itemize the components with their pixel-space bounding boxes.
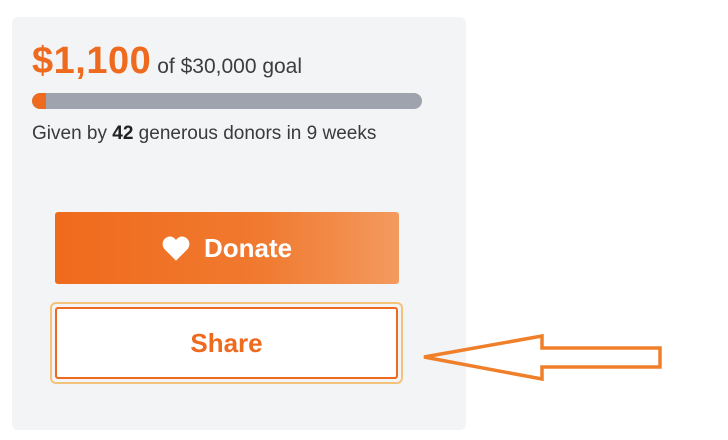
donor-count: 42 bbox=[112, 123, 134, 144]
amount-raised-row: $1,100 of $30,000 goal bbox=[32, 40, 302, 83]
heart-icon bbox=[162, 236, 190, 261]
progress-bar-fill bbox=[32, 93, 47, 109]
donors-prefix: Given by bbox=[32, 123, 113, 144]
arrow-left-icon bbox=[423, 333, 662, 382]
amount-raised: $1,100 bbox=[32, 40, 152, 82]
donors-summary: Given by 42 generous donors in 9 weeks bbox=[32, 118, 412, 150]
donors-suffix: generous donors in 9 weeks bbox=[133, 123, 377, 144]
share-button-label: Share bbox=[190, 327, 263, 358]
donate-button[interactable]: Donate bbox=[55, 212, 399, 284]
share-button[interactable]: Share bbox=[55, 307, 398, 379]
progress-bar bbox=[32, 93, 422, 109]
goal-amount: of $30,000 goal bbox=[157, 55, 303, 78]
donate-button-label: Donate bbox=[203, 232, 293, 263]
